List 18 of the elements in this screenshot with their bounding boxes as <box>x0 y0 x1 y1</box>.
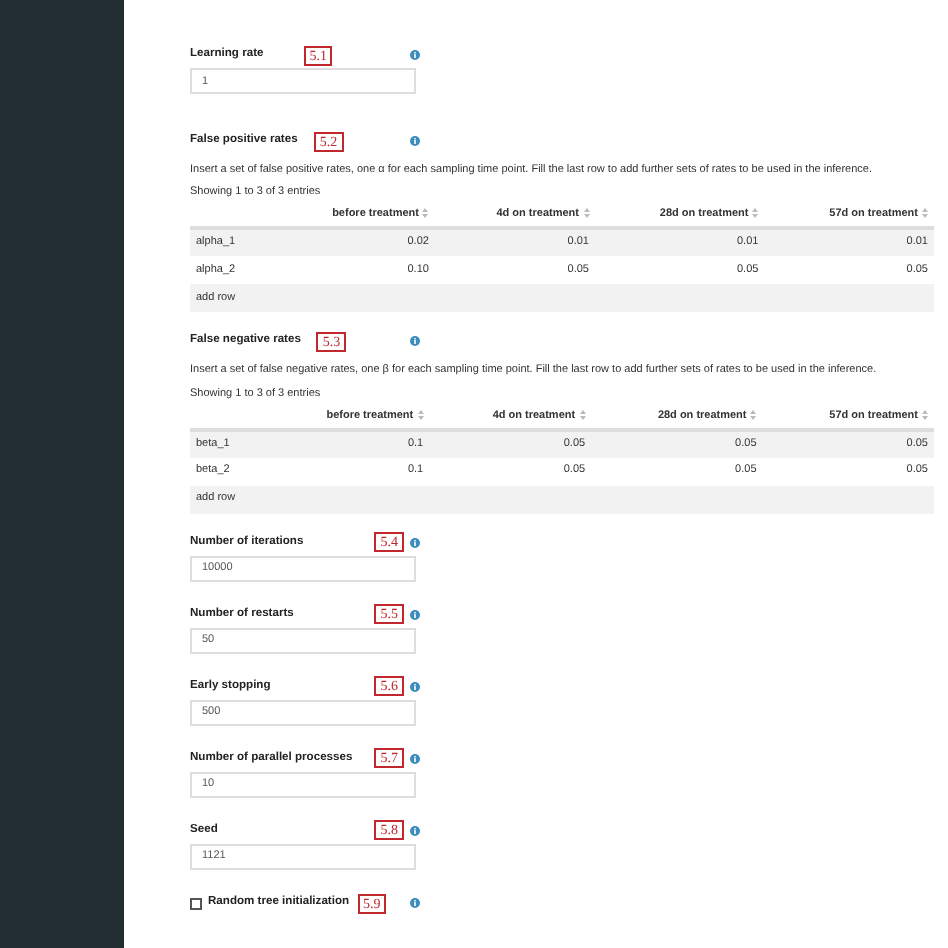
info-icon[interactable] <box>410 753 420 764</box>
info-icon[interactable] <box>410 898 420 909</box>
info-icon[interactable] <box>410 825 420 836</box>
sort-icon[interactable] <box>579 409 586 420</box>
info-icon[interactable] <box>410 609 420 620</box>
info-icon[interactable] <box>410 50 420 60</box>
sort-icon[interactable] <box>583 208 589 219</box>
info-icon[interactable] <box>410 136 420 146</box>
sort-icon[interactable] <box>922 409 928 420</box>
sort-icon[interactable] <box>422 208 429 219</box>
checkbox[interactable] <box>190 897 202 910</box>
info-icon[interactable] <box>410 336 420 347</box>
sort-icon[interactable] <box>750 409 757 420</box>
info-icon[interactable] <box>410 681 420 692</box>
sort-icon[interactable] <box>922 208 928 219</box>
sort-icon[interactable] <box>417 409 424 420</box>
info-icon[interactable] <box>410 537 420 548</box>
sort-icon[interactable] <box>752 208 759 219</box>
